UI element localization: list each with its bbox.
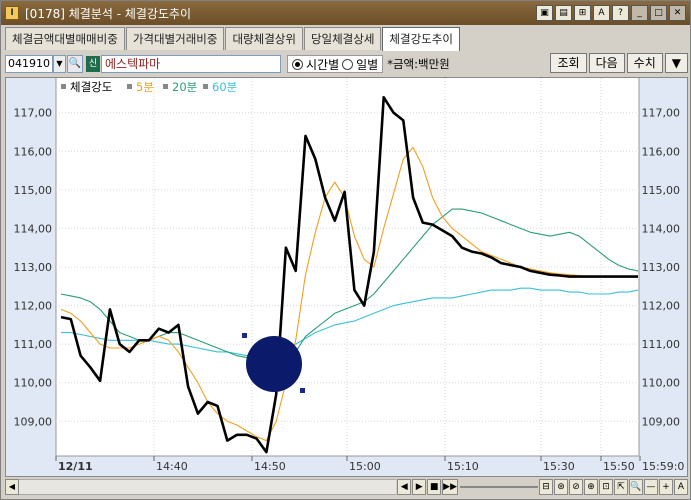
tab-large-trades[interactable]: 대량체결상위	[225, 27, 303, 50]
layout-icon[interactable]: ⊞	[574, 5, 591, 21]
title-buttons: ▣ ▤ ⊞ A ? _ □ ✕	[536, 5, 686, 21]
tool-icon[interactable]: ⊟	[539, 479, 553, 495]
period-radio-group: 시간별 일별	[287, 55, 384, 73]
zoom-in-button[interactable]: +	[659, 479, 673, 495]
value-button[interactable]: 수치	[626, 53, 663, 73]
legend-marker	[61, 84, 66, 89]
shin-badge: 신	[86, 56, 100, 72]
legend-label: 5분	[136, 80, 154, 94]
y-tick-label-left: 109,00	[14, 415, 53, 428]
main-window: I [0178] 체결분석 - 체결강도추이 ▣ ▤ ⊞ A ? _ □ ✕ 체…	[0, 0, 691, 500]
x-tick-label: 15:00	[349, 460, 381, 473]
maximize-button[interactable]: □	[650, 5, 667, 21]
y-tick-label-left: 115,00	[14, 184, 53, 197]
chevron-down-icon[interactable]: ▼	[53, 55, 66, 73]
unit-label: *금액:백만원	[387, 57, 450, 71]
query-button[interactable]: 조회	[550, 53, 587, 73]
stock-code-input[interactable]: 041910	[5, 55, 53, 73]
status-bar: ◀ ◀ ▶ ■ ▶▶ ⊟ ⊛ ⊘ ⊕ ⊡ ⇱ 🔍 — + A	[5, 477, 688, 497]
x-tick-label: 12/11	[58, 460, 93, 473]
tab-amount-ratio[interactable]: 체결금액대별매매비중	[5, 27, 125, 50]
y-tick-label-left: 113,00	[14, 261, 53, 274]
reset-icon[interactable]: ⊘	[569, 479, 583, 495]
tab-price-volume[interactable]: 가격대별거래비중	[125, 27, 225, 50]
y-tick-label-left: 116,00	[14, 145, 53, 158]
chart-legend: 체결강도 5분 20분 60분	[61, 80, 237, 94]
series-line-1	[60, 146, 638, 442]
series-line-0	[60, 95, 638, 454]
y-tick-label-right: 111,00	[642, 338, 681, 351]
y-tick-label-left: 112,00	[14, 300, 53, 313]
radio-time-label: 시간별	[306, 57, 340, 72]
zoom-out-button[interactable]: —	[644, 479, 658, 495]
y-tick-label-right: 109,00	[642, 415, 681, 428]
radio-time[interactable]	[292, 58, 303, 70]
search-icon[interactable]: 🔍	[67, 55, 83, 73]
x-tick-label: 15:10	[447, 460, 479, 473]
legend-marker	[163, 84, 168, 89]
legend-label: 60분	[212, 80, 237, 94]
grid-icon[interactable]: ⊡	[599, 479, 613, 495]
menu-dropdown-button[interactable]: ▼	[664, 53, 688, 73]
horizontal-scrollbar[interactable]	[19, 479, 397, 495]
x-tick-label: 15:59:0	[642, 460, 684, 473]
y-tick-label-right: 116,00	[642, 145, 681, 158]
legend-marker	[203, 84, 208, 89]
y-tick-label-left: 111,00	[14, 338, 53, 351]
y-tick-label-right: 112,00	[642, 300, 681, 313]
chart-area[interactable]: 117,00 117,00 116,00 116,00 115,00 115,00 114,…	[5, 77, 688, 477]
x-tick-label: 14:40	[156, 460, 188, 473]
radio-day-label: 일별	[356, 57, 379, 72]
settings-icon[interactable]: ⊛	[554, 479, 568, 495]
tab-today-detail[interactable]: 당일체결상세	[303, 27, 382, 50]
stop-button[interactable]: ■	[427, 479, 442, 495]
font-icon[interactable]: A	[593, 5, 610, 21]
scroll-left-button[interactable]: ◀	[5, 479, 19, 495]
strength-chart[interactable]: 117,00 117,00 116,00 116,00 115,00 115,00 114,…	[6, 78, 687, 476]
legend-marker	[127, 84, 132, 89]
minimize-button[interactable]: _	[631, 5, 648, 21]
close-button[interactable]: ✕	[669, 5, 686, 21]
title-bar[interactable]: I [0178] 체결분석 - 체결강도추이 ▣ ▤ ⊞ A ? _ □ ✕	[1, 1, 690, 25]
zoom-slider[interactable]	[460, 479, 538, 495]
toolbar: 041910 ▼ 🔍 신 에스텍파마 시간별 일별 *금액:백만원 조회 다음 …	[5, 53, 688, 75]
auto-scale-button[interactable]: A	[674, 479, 688, 495]
fast-forward-button[interactable]: ▶▶	[442, 479, 458, 495]
y-tick-label-left: 117,00	[14, 107, 53, 120]
window-title: [0178] 체결분석 - 체결강도추이	[25, 6, 192, 21]
y-tick-label-right: 113,00	[642, 261, 681, 274]
y-tick-label-left: 110,00	[14, 377, 53, 390]
series-line-3	[61, 287, 639, 357]
x-tick-label: 15:50	[603, 460, 635, 473]
radio-day[interactable]	[342, 58, 354, 70]
tab-strength-trend[interactable]: 체결강도추이	[382, 27, 460, 51]
y-tick-label-right: 114,00	[642, 222, 681, 235]
selection-handle[interactable]	[242, 333, 247, 338]
help-icon[interactable]: ?	[612, 5, 629, 21]
scroll-prev-button[interactable]: ◀	[397, 479, 412, 495]
x-tick-label: 14:50	[254, 460, 286, 473]
y-tick-label-right: 110,00	[642, 377, 681, 390]
screen-icon[interactable]: ▤	[555, 5, 572, 21]
next-button[interactable]: 다음	[588, 53, 625, 73]
stock-name-field: 에스텍파마	[101, 55, 281, 73]
y-tick-label-right: 115,00	[642, 184, 681, 197]
cursor-icon[interactable]: ⇱	[614, 479, 628, 495]
legend-label: 체결강도	[70, 80, 112, 94]
legend-label: 20분	[172, 80, 197, 94]
y-tick-label-right: 117,00	[642, 107, 681, 120]
selection-handle[interactable]	[300, 388, 305, 393]
tab-bar: 체결금액대별매매비중 가격대별거래비중 대량체결상위 당일체결상세 체결강도추이	[5, 27, 461, 51]
action-buttons: 조회 다음 수치 ▼	[550, 53, 688, 73]
add-indicator-icon[interactable]: ⊕	[584, 479, 598, 495]
app-icon: I	[5, 6, 19, 20]
zoom-icon[interactable]: 🔍	[629, 479, 643, 495]
x-tick-label: 15:30	[543, 460, 575, 473]
y-tick-label-left: 114,00	[14, 222, 53, 235]
link-icon[interactable]: ▣	[536, 5, 553, 21]
scroll-next-button[interactable]: ▶	[412, 479, 427, 495]
cursor-highlight-circle[interactable]	[246, 336, 302, 392]
